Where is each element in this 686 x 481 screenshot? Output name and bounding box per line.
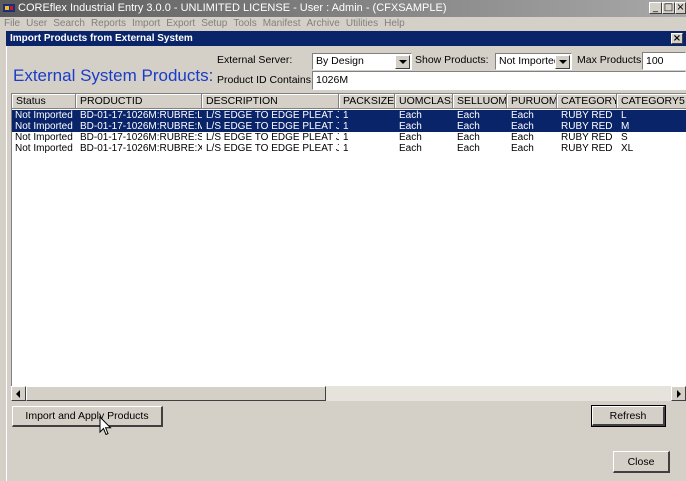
- table-row[interactable]: Not Imported BD-01-17-1026M:RUBRE:S L/S ED…: [12, 132, 686, 143]
- cell-selluom: Each: [457, 121, 480, 132]
- cell-category5: L: [621, 110, 627, 121]
- cell-selluom: Each: [457, 143, 480, 154]
- menu-import[interactable]: Import: [132, 18, 160, 29]
- cell-category4: RUBY RED: [561, 121, 613, 132]
- maximize-icon: □: [663, 2, 674, 13]
- cell-status: Not Imported: [15, 121, 73, 132]
- column-header-description[interactable]: DESCRIPTION: [202, 94, 339, 109]
- cell-category5: XL: [621, 143, 634, 154]
- import-apply-button[interactable]: Import and Apply Products: [12, 406, 163, 427]
- show-products-select[interactable]: Not Imported: [495, 53, 572, 70]
- cell-uomclass: Each: [399, 110, 422, 121]
- cell-description: L/S EDGE TO EDGE PLEAT JKT: [206, 110, 339, 121]
- column-header-category5[interactable]: CATEGORY5: [617, 94, 686, 109]
- cell-category5: M: [621, 121, 630, 132]
- cell-puruom: Each: [511, 132, 534, 143]
- external-server-value: By Design: [316, 55, 364, 67]
- cell-status: Not Imported: [15, 143, 73, 154]
- mouse-cursor-icon: [99, 416, 112, 436]
- cell-product-id: BD-01-17-1026M:RUBRE:S: [80, 132, 202, 143]
- cell-description: L/S EDGE TO EDGE PLEAT JKT: [206, 121, 339, 132]
- cell-puruom: Each: [511, 121, 534, 132]
- close-icon: ×: [672, 33, 682, 44]
- menu-export[interactable]: Export: [166, 18, 195, 29]
- column-header-status[interactable]: Status: [12, 94, 76, 109]
- menu-user[interactable]: User: [26, 18, 47, 29]
- minimize-icon: _: [653, 2, 658, 13]
- menu-setup[interactable]: Setup: [201, 18, 227, 29]
- column-header-category4[interactable]: CATEGORY4: [557, 94, 617, 109]
- chevron-down-icon[interactable]: [395, 55, 410, 69]
- page-heading: External System Products:: [13, 66, 214, 85]
- menu-tools[interactable]: Tools: [233, 18, 256, 29]
- external-server-select[interactable]: By Design: [312, 53, 412, 70]
- cell-uomclass: Each: [399, 121, 422, 132]
- app-title: COREflex Industrial Entry 3.0.0 - UNLIMI…: [18, 2, 447, 14]
- cell-category4: RUBY RED: [561, 132, 613, 143]
- menu-bar: File User Search Reports Import Export Setup To…: [0, 17, 686, 31]
- cell-uomclass: Each: [399, 143, 422, 154]
- cell-description: L/S EDGE TO EDGE PLEAT JKT: [206, 143, 339, 154]
- max-products-input[interactable]: 100: [642, 52, 686, 70]
- cell-category4: RUBY RED: [561, 143, 613, 154]
- cell-packsize: 1: [343, 121, 349, 132]
- scrollbar-thumb[interactable]: [26, 386, 326, 401]
- cell-packsize: 1: [343, 143, 349, 154]
- cell-product-id: BD-01-17-1026M:RUBRE:XL: [80, 143, 202, 154]
- show-products-value: Not Imported: [499, 55, 560, 67]
- cell-product-id: BD-01-17-1026M:RUBRE:L: [80, 110, 202, 121]
- table-row[interactable]: Not Imported BD-01-17-1026M:RUBRE:M L/S ED…: [12, 121, 686, 132]
- menu-search[interactable]: Search: [53, 18, 85, 29]
- cell-packsize: 1: [343, 110, 349, 121]
- menu-manifest[interactable]: Manifest: [263, 18, 301, 29]
- close-button[interactable]: Close: [613, 451, 670, 473]
- product-id-input[interactable]: 1026M: [312, 71, 686, 90]
- products-table[interactable]: Status PRODUCTID DESCRIPTION PACKSIZE UOMCLA…: [11, 93, 686, 401]
- max-products-label: Max Products:: [577, 54, 645, 66]
- cell-puruom: Each: [511, 143, 534, 154]
- maximize-button[interactable]: □: [662, 2, 675, 14]
- external-server-label: External Server:: [217, 54, 293, 66]
- cell-description: L/S EDGE TO EDGE PLEAT JKT: [206, 132, 339, 143]
- cell-status: Not Imported: [15, 132, 73, 143]
- dialog-close-button[interactable]: ×: [671, 33, 683, 44]
- menu-file[interactable]: File: [4, 18, 20, 29]
- close-icon: ×: [676, 2, 685, 13]
- cell-category4: RUBY RED: [561, 110, 613, 121]
- show-products-label: Show Products:: [415, 54, 489, 66]
- chevron-down-icon[interactable]: [555, 55, 570, 69]
- scroll-left-icon[interactable]: [11, 386, 26, 401]
- menu-reports[interactable]: Reports: [91, 18, 126, 29]
- cell-status: Not Imported: [15, 110, 73, 121]
- cell-selluom: Each: [457, 132, 480, 143]
- app-title-bar: COREflex Industrial Entry 3.0.0 - UNLIMI…: [0, 0, 686, 17]
- column-header-product-id[interactable]: PRODUCTID: [76, 94, 202, 109]
- menu-help[interactable]: Help: [384, 18, 405, 29]
- cell-product-id: BD-01-17-1026M:RUBRE:M: [80, 121, 202, 132]
- dialog-title-bar: Import Products from External System ×: [6, 31, 686, 46]
- horizontal-scrollbar[interactable]: [11, 386, 686, 401]
- app-logo-icon: [3, 4, 15, 12]
- app-close-button[interactable]: ×: [675, 2, 686, 14]
- cell-uomclass: Each: [399, 132, 422, 143]
- scroll-right-icon[interactable]: [671, 386, 686, 401]
- cell-puruom: Each: [511, 110, 534, 121]
- table-row[interactable]: Not Imported BD-01-17-1026M:RUBRE:XL L/S E…: [12, 143, 686, 154]
- product-id-label: Product ID Contains:: [217, 74, 314, 86]
- cell-packsize: 1: [343, 132, 349, 143]
- column-header-uomclass[interactable]: UOMCLASS: [395, 94, 453, 109]
- column-header-puruom[interactable]: PURUOM: [507, 94, 557, 109]
- menu-utilities[interactable]: Utilities: [346, 18, 378, 29]
- dialog-title: Import Products from External System: [10, 33, 193, 44]
- table-row[interactable]: Not Imported BD-01-17-1026M:RUBRE:L L/S ED…: [12, 110, 686, 121]
- refresh-button[interactable]: Refresh: [591, 405, 666, 427]
- menu-archive[interactable]: Archive: [307, 18, 340, 29]
- cell-selluom: Each: [457, 110, 480, 121]
- column-header-selluom[interactable]: SELLUOM: [453, 94, 507, 109]
- minimize-button[interactable]: _: [649, 2, 662, 14]
- column-header-packsize[interactable]: PACKSIZE: [339, 94, 395, 109]
- cell-category5: S: [621, 132, 628, 143]
